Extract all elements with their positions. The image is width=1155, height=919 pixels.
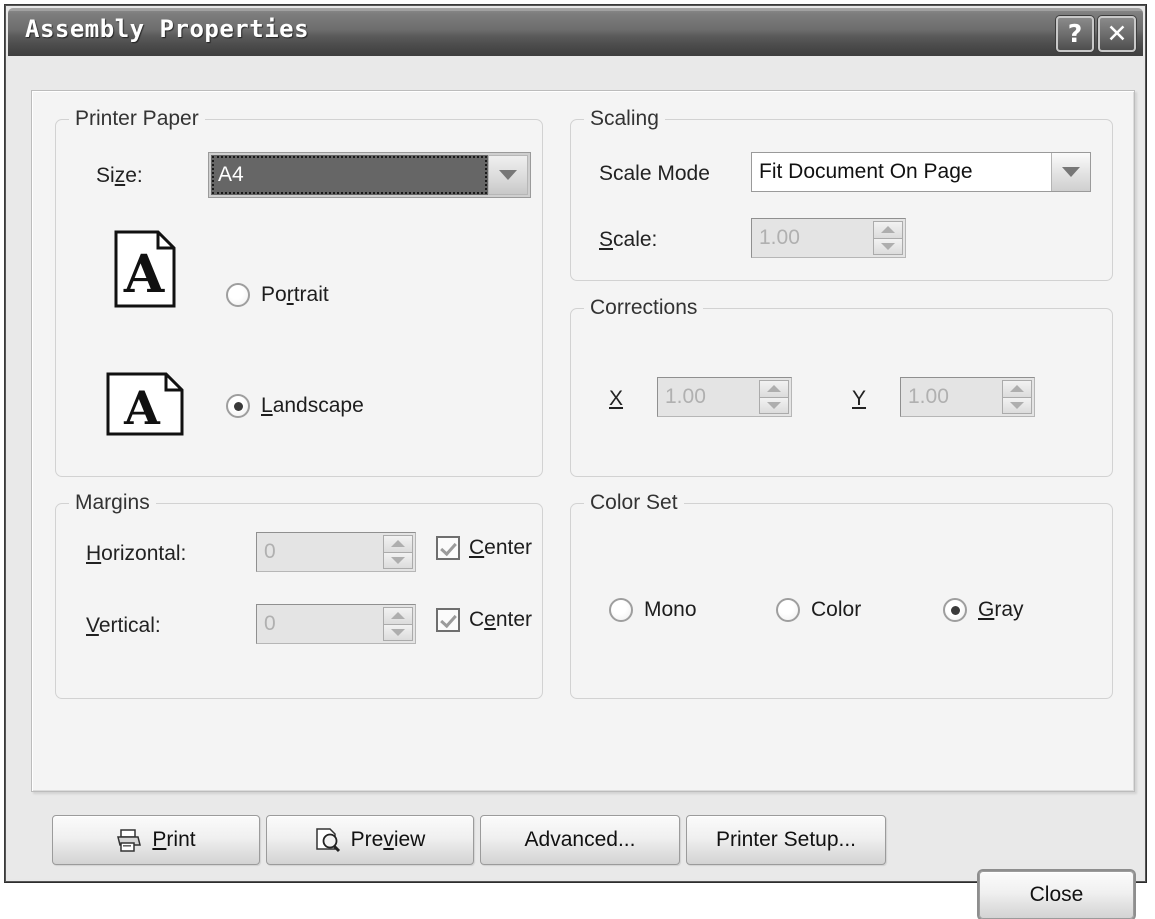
printer-setup-button[interactable]: Printer Setup... <box>686 815 886 865</box>
checkbox-horizontal-center-indicator[interactable] <box>436 536 460 560</box>
radio-gray-indicator[interactable] <box>943 598 967 622</box>
checkbox-vertical-center-indicator[interactable] <box>436 608 460 632</box>
preview-button[interactable]: Preview <box>266 815 474 865</box>
radio-gray-label: Gray <box>978 598 1024 622</box>
correction-y-spinner[interactable]: 1.00 <box>900 377 1035 417</box>
svg-text:A: A <box>123 381 161 435</box>
checkbox-vertical-center[interactable]: Center <box>436 608 532 632</box>
radio-color[interactable]: Color <box>776 598 861 622</box>
vertical-margin-stepper[interactable] <box>383 607 413 641</box>
stepper-down-icon[interactable] <box>383 552 413 570</box>
stepper-down-icon[interactable] <box>873 238 903 256</box>
radio-landscape-indicator[interactable] <box>226 394 250 418</box>
radio-color-label: Color <box>811 598 861 622</box>
scale-stepper[interactable] <box>873 221 903 255</box>
stepper-down-icon[interactable] <box>1002 397 1032 415</box>
group-color-set: Color Set Mono Color Gray <box>570 503 1113 699</box>
close-icon: ✕ <box>1107 21 1128 46</box>
group-margins-legend: Margins <box>69 491 156 515</box>
print-button[interactable]: Print <box>52 815 260 865</box>
scale-spinner[interactable]: 1.00 <box>751 218 906 258</box>
advanced-button[interactable]: Advanced... <box>480 815 680 865</box>
chevron-down-icon[interactable] <box>1051 153 1090 191</box>
stepper-up-icon[interactable] <box>759 380 789 397</box>
settings-panel: Printer Paper Size: A4 A <box>31 90 1135 792</box>
group-color-set-legend: Color Set <box>584 491 684 515</box>
assembly-properties-dialog: Assembly Properties ? ✕ Printer Paper Si… <box>4 4 1147 883</box>
group-corrections-legend: Corrections <box>584 296 703 320</box>
checkbox-vertical-center-label: Center <box>469 608 532 632</box>
scale-value: 1.00 <box>752 219 873 257</box>
horizontal-margin-spinner[interactable]: 0 <box>256 532 416 572</box>
scale-mode-value: Fit Document On Page <box>752 153 1051 191</box>
horizontal-margin-value: 0 <box>257 533 383 571</box>
scale-mode-combobox[interactable]: Fit Document On Page <box>751 152 1091 192</box>
correction-x-label: X <box>609 387 623 411</box>
preview-button-label: Preview <box>351 828 426 852</box>
group-scaling: Scaling Scale Mode Fit Document On Page … <box>570 119 1113 281</box>
group-corrections: Corrections X 1.00 Y 1.00 <box>570 308 1113 477</box>
group-printer-paper: Printer Paper Size: A4 A <box>55 119 543 477</box>
help-button[interactable]: ? <box>1056 16 1094 52</box>
window-title: Assembly Properties <box>25 15 309 43</box>
document-magnifier-icon <box>315 827 341 853</box>
portrait-page-icon: A <box>114 230 176 308</box>
radio-mono[interactable]: Mono <box>609 598 697 622</box>
stepper-down-icon[interactable] <box>759 397 789 415</box>
checkbox-horizontal-center[interactable]: Center <box>436 536 532 560</box>
printer-icon <box>116 828 142 852</box>
stepper-up-icon[interactable] <box>873 221 903 238</box>
stepper-down-icon[interactable] <box>383 624 413 642</box>
chevron-down-icon[interactable] <box>488 155 528 195</box>
radio-gray[interactable]: Gray <box>943 598 1024 622</box>
window-titlebar[interactable]: Assembly Properties ? ✕ <box>8 8 1143 56</box>
printer-setup-button-label: Printer Setup... <box>716 828 856 852</box>
size-label: Size: <box>96 164 143 188</box>
radio-color-indicator[interactable] <box>776 598 800 622</box>
dialog-client-area: Printer Paper Size: A4 A <box>8 56 1143 879</box>
print-button-label: Print <box>152 828 195 852</box>
close-button-label: Close <box>1030 883 1084 907</box>
vertical-margin-spinner[interactable]: 0 <box>256 604 416 644</box>
advanced-button-label: Advanced... <box>525 828 636 852</box>
correction-x-stepper[interactable] <box>759 380 789 414</box>
correction-x-spinner[interactable]: 1.00 <box>657 377 792 417</box>
horizontal-margin-stepper[interactable] <box>383 535 413 569</box>
svg-text:A: A <box>123 244 165 305</box>
close-window-button[interactable]: ✕ <box>1098 16 1136 52</box>
correction-y-stepper[interactable] <box>1002 380 1032 414</box>
radio-portrait-label: Portrait <box>261 283 329 307</box>
radio-landscape[interactable]: Landscape <box>226 394 364 418</box>
landscape-page-icon: A <box>106 372 184 436</box>
scale-label: Scale: <box>599 228 657 252</box>
checkbox-horizontal-center-label: Center <box>469 536 532 560</box>
close-button[interactable]: Close <box>979 871 1134 919</box>
correction-x-value: 1.00 <box>658 378 759 416</box>
stepper-up-icon[interactable] <box>383 607 413 624</box>
scale-mode-label: Scale Mode <box>599 162 710 186</box>
paper-size-value: A4 <box>211 155 488 195</box>
vertical-margin-label: Vertical: <box>86 614 161 638</box>
group-margins: Margins Horizontal: 0 Center Vertica <box>55 503 543 699</box>
vertical-margin-value: 0 <box>257 605 383 643</box>
paper-size-combobox[interactable]: A4 <box>208 152 531 198</box>
horizontal-margin-label: Horizontal: <box>86 542 186 566</box>
correction-y-label: Y <box>852 387 866 411</box>
window-controls: ? ✕ <box>1056 16 1136 52</box>
radio-portrait-indicator[interactable] <box>226 283 250 307</box>
radio-mono-label: Mono <box>644 598 697 622</box>
radio-mono-indicator[interactable] <box>609 598 633 622</box>
stepper-up-icon[interactable] <box>1002 380 1032 397</box>
correction-y-value: 1.00 <box>901 378 1002 416</box>
group-printer-paper-legend: Printer Paper <box>69 107 205 131</box>
group-scaling-legend: Scaling <box>584 107 665 131</box>
stepper-up-icon[interactable] <box>383 535 413 552</box>
radio-portrait[interactable]: Portrait <box>226 283 329 307</box>
radio-landscape-label: Landscape <box>261 394 364 418</box>
question-mark-icon: ? <box>1068 21 1083 46</box>
